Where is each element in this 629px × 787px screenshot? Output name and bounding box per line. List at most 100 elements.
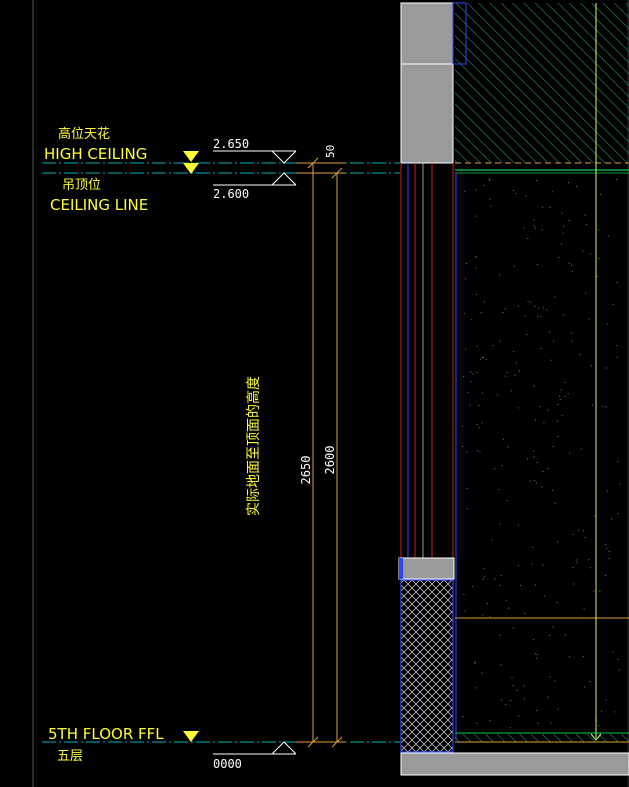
speckle-dot xyxy=(568,182,569,184)
elevation-floor: 0000 xyxy=(213,757,242,771)
speckle-dot xyxy=(606,490,608,492)
speckle-dot xyxy=(527,300,529,302)
speckle-dot xyxy=(494,578,496,580)
speckle-dot xyxy=(489,198,491,200)
speckle-dot xyxy=(476,424,478,426)
speckle-dot xyxy=(559,395,561,397)
speckle-dot xyxy=(595,586,597,588)
speckle-dot xyxy=(534,305,536,307)
speckle-dot xyxy=(489,720,491,722)
speckle-dot xyxy=(483,185,485,186)
speckle-dot xyxy=(579,354,581,355)
speckle-dot xyxy=(475,215,477,217)
speckle-dot xyxy=(567,393,569,395)
speckle-dot xyxy=(608,558,610,559)
speckle-dot xyxy=(546,309,548,311)
speckle-dot xyxy=(535,419,536,421)
speckle-dot xyxy=(518,715,520,717)
speckle-dot xyxy=(562,314,564,316)
speckle-dot xyxy=(557,708,559,710)
speckle-dot xyxy=(523,227,525,229)
speckle-dot xyxy=(602,405,604,407)
speckle-dot xyxy=(481,672,483,674)
speckle-dot xyxy=(554,296,556,298)
speckle-dot xyxy=(552,489,554,491)
speckle-dot xyxy=(584,686,586,688)
speckle-dot xyxy=(542,564,544,566)
speckle-dot xyxy=(598,258,600,260)
speckle-dot xyxy=(598,725,600,727)
speckle-dot xyxy=(478,427,480,429)
speckle-dot xyxy=(466,508,468,510)
speckle-dot xyxy=(505,704,507,705)
speckle-dot xyxy=(465,348,467,350)
speckle-dot xyxy=(599,193,601,195)
speckle-dot xyxy=(617,513,619,515)
speckle-dot xyxy=(563,225,565,227)
elevation-marker-high-ceiling: 2.650 xyxy=(213,137,297,164)
speckle-dot xyxy=(590,253,592,255)
speckle-dot xyxy=(552,626,554,628)
speckle-dot xyxy=(605,575,606,576)
speckle-dot xyxy=(519,370,520,372)
speckle-dot xyxy=(564,381,566,383)
dim-text-2650: 2650 xyxy=(299,456,313,485)
upper-wall-block xyxy=(400,2,454,164)
speckle-dot xyxy=(617,658,619,660)
speckle-dot xyxy=(474,661,476,663)
speckle-dot xyxy=(554,680,556,682)
speckle-dot xyxy=(576,186,578,187)
speckle-dot xyxy=(510,390,512,392)
speckle-dot xyxy=(618,617,620,619)
speckle-dot xyxy=(524,612,526,614)
speckle-dot xyxy=(591,365,593,367)
speckle-dot xyxy=(540,315,542,317)
floor-finish-hatch xyxy=(455,734,629,742)
speckle-dot xyxy=(596,276,598,278)
elevation-marker-ceiling: 2.600 xyxy=(213,172,297,201)
speckle-dot xyxy=(535,482,537,484)
speckle-dot xyxy=(596,719,598,721)
speckle-dot xyxy=(463,375,465,377)
speckle-dot xyxy=(547,468,549,469)
speckle-dot xyxy=(514,265,515,267)
speckle-dot xyxy=(523,698,525,700)
speckle-dot xyxy=(612,651,614,653)
speckle-dot xyxy=(537,316,539,318)
speckle-dot xyxy=(475,257,477,259)
speckle-dot xyxy=(583,530,585,532)
elevation-high-ceiling: 2.650 xyxy=(213,137,249,151)
speckle-dot xyxy=(525,195,527,197)
speckle-dot xyxy=(592,404,593,406)
speckle-dot xyxy=(462,716,464,718)
speckle-dot xyxy=(474,662,476,664)
label-ceiling-line-cn: 吊顶位 xyxy=(62,178,101,193)
speckle-dot xyxy=(557,541,558,543)
speckle-dot xyxy=(572,533,574,535)
speckle-dot xyxy=(524,315,526,317)
speckle-dot xyxy=(514,374,516,376)
speckle-dot xyxy=(479,451,481,452)
label-high-ceiling-cn: 高位天花 xyxy=(58,126,110,142)
speckle-dot xyxy=(605,406,607,408)
speckle-dot xyxy=(478,404,480,406)
speckle-dot xyxy=(535,584,537,586)
speckle-dot xyxy=(480,358,482,360)
speckle-dot xyxy=(502,312,504,313)
speckle-dot xyxy=(588,318,590,320)
speckle-dot xyxy=(533,385,535,387)
speckle-dot xyxy=(589,681,591,683)
speckle-dot xyxy=(547,409,549,411)
speckle-dot xyxy=(533,456,535,458)
speckle-dot xyxy=(470,371,472,373)
vertical-height-note: 实际地面至顶面的高度 xyxy=(245,376,262,516)
speckle-dot xyxy=(583,608,585,610)
speckle-dot xyxy=(508,607,510,609)
speckle-dot xyxy=(605,699,607,701)
dimension-2650: 2650 xyxy=(296,157,345,748)
label-fifth-floor-en: 5TH FLOOR FFL xyxy=(48,725,164,743)
speckle-dot xyxy=(618,669,620,671)
speckle-dot xyxy=(464,190,466,192)
speckle-dot xyxy=(515,193,517,195)
speckle-dot xyxy=(571,340,573,342)
